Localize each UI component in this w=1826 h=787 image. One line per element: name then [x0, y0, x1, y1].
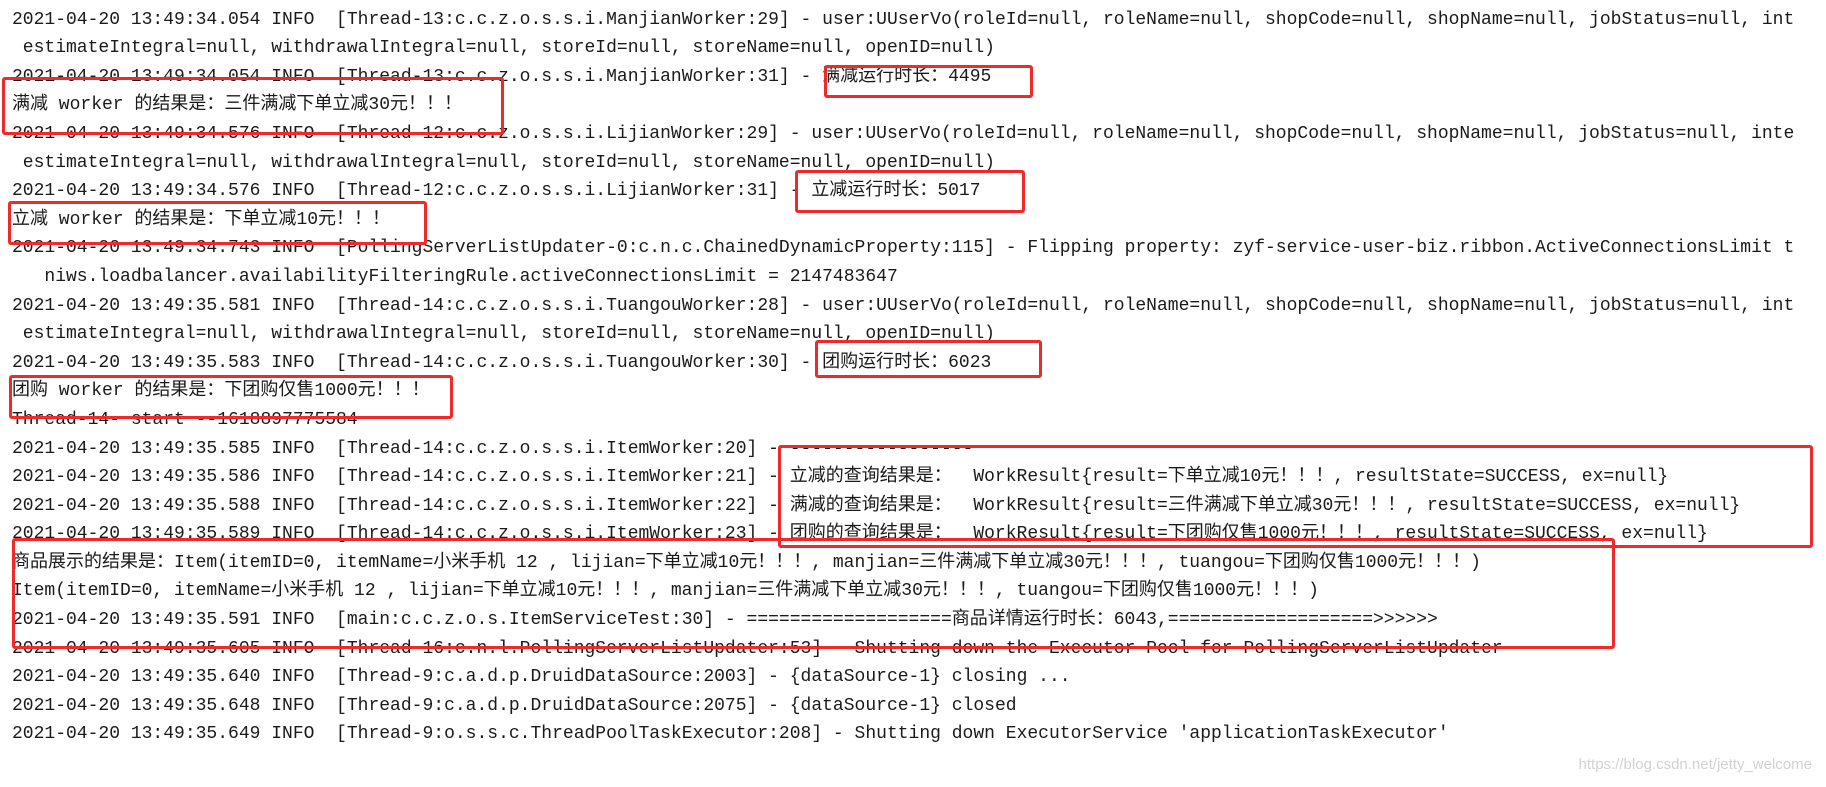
log-line: Thread-14- start --1618897775584 — [12, 409, 358, 430]
log-line: 2021-04-20 13:49:35.581 INFO [Thread-14:… — [12, 295, 1795, 316]
log-line: 2021-04-20 13:49:34.054 INFO [Thread-13:… — [12, 66, 992, 87]
log-line: 团购 worker 的结果是：下团购仅售1000元！！！ — [12, 381, 430, 402]
log-line: 立减 worker 的结果是：下单立减10元！！！ — [12, 209, 391, 230]
log-line: 2021-04-20 13:49:35.585 INFO [Thread-14:… — [12, 438, 974, 459]
log-line: 2021-04-20 13:49:35.588 INFO [Thread-14:… — [12, 495, 1741, 516]
log-line: 2021-04-20 13:49:35.583 INFO [Thread-14:… — [12, 352, 992, 373]
console-output: }}2021-04-20 13:49:34.054 INFO [Thread-1… — [12, 0, 1826, 749]
log-line: 2021-04-20 13:49:34.576 INFO [Thread-12:… — [12, 123, 1795, 144]
log-line: 2021-04-20 13:49:35.649 INFO [Thread-9:o… — [12, 724, 1449, 745]
log-line: 满减 worker 的结果是：三件满减下单立减30元！！！ — [12, 95, 463, 116]
log-line: 2021-04-20 13:49:35.589 INFO [Thread-14:… — [12, 524, 1708, 545]
watermark: https://blog.csdn.net/jetty_welcome — [1578, 756, 1812, 773]
log-line: 商品展示的结果是：Item(itemID=0, itemName=小米手机 12… — [12, 552, 1481, 573]
log-line: estimateIntegral=null, withdrawalIntegra… — [12, 324, 995, 345]
log-line: 2021-04-20 13:49:34.743 INFO [PollingSer… — [12, 238, 1795, 259]
log-line: Item(itemID=0, itemName=小米手机 12 , lijian… — [12, 581, 1319, 602]
log-line: 2021-04-20 13:49:34.576 INFO [Thread-12:… — [12, 181, 981, 202]
log-line: 2021-04-20 13:49:35.591 INFO [main:c.c.z… — [12, 610, 1438, 631]
log-line: estimateIntegral=null, withdrawalIntegra… — [12, 152, 995, 173]
log-line: estimateIntegral=null, withdrawalIntegra… — [12, 38, 995, 59]
log-line: 2021-04-20 13:49:35.605 INFO [Thread-16:… — [12, 638, 1503, 659]
log-line: 2021-04-20 13:49:35.640 INFO [Thread-9:c… — [12, 667, 1071, 688]
log-line: 2021-04-20 13:49:34.054 INFO [Thread-13:… — [12, 9, 1795, 30]
log-line: niws.loadbalancer.availabilityFilteringR… — [12, 266, 898, 287]
log-line: 2021-04-20 13:49:35.586 INFO [Thread-14:… — [12, 467, 1669, 488]
log-line: 2021-04-20 13:49:35.648 INFO [Thread-9:c… — [12, 695, 1017, 716]
